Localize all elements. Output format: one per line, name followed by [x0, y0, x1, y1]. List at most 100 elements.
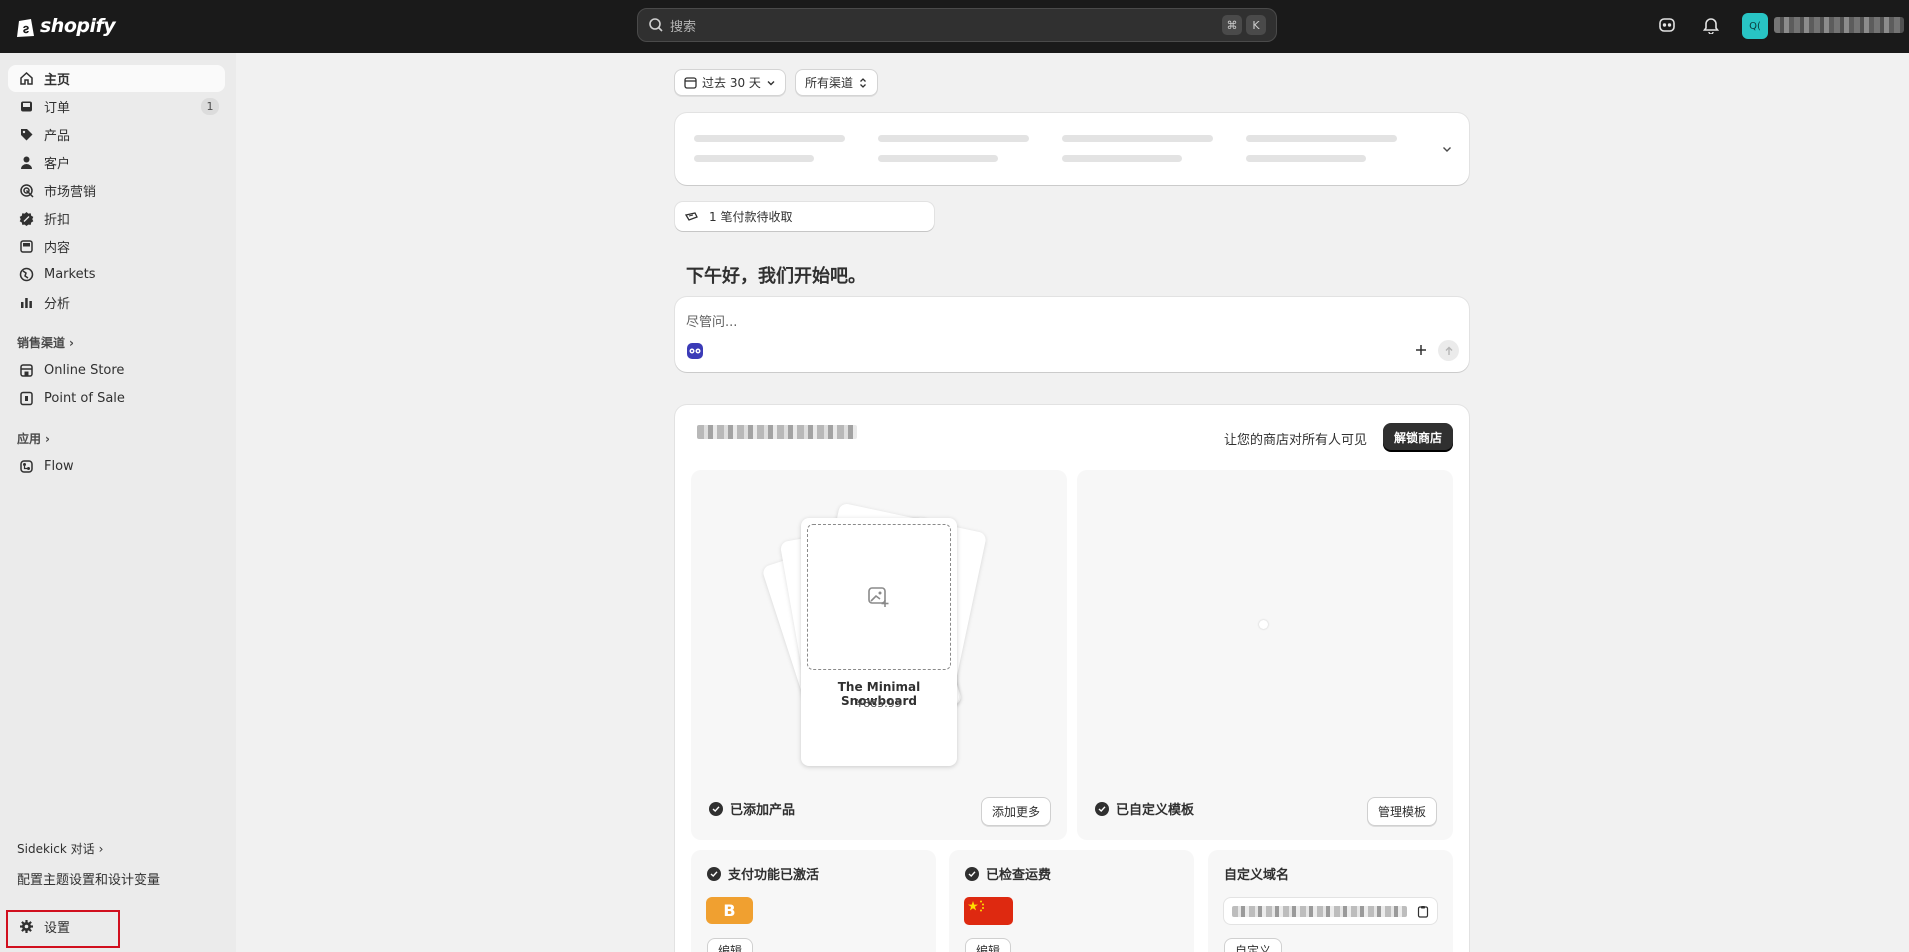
sidebar-item-markets[interactable]: Markets	[8, 261, 225, 288]
shipping-tile: 已检查运费 编辑	[949, 850, 1194, 952]
avatar[interactable]: Q(	[1742, 13, 1768, 39]
domain-redacted	[1232, 906, 1407, 917]
sidebar-item-products[interactable]: 产品	[8, 121, 225, 148]
product-price: ¥885.95	[856, 697, 902, 710]
template-tile: 已自定义模板 管理模板	[1077, 470, 1453, 840]
apps-label: 应用	[17, 432, 42, 446]
arrow-up-icon	[1445, 346, 1452, 355]
search-bar[interactable]: 搜索 ⌘ K	[637, 8, 1277, 42]
sidebar-item-point-of-sale[interactable]: Point of Sale	[8, 385, 225, 412]
check-circle-icon	[1095, 801, 1109, 816]
products-added-status: 已添加产品	[709, 799, 795, 818]
payments-activated-status: 支付功能已激活	[707, 864, 819, 883]
check-circle-icon	[965, 866, 979, 881]
notifications-button[interactable]	[1700, 14, 1722, 36]
template-status-label: 已自定义模板	[1116, 803, 1195, 818]
date-range-label: 过去 30 天	[702, 76, 761, 90]
sidekick-button[interactable]	[1656, 14, 1678, 36]
sidebar-item-label: 客户	[44, 157, 71, 172]
image-add-icon	[868, 587, 889, 607]
chevron-down-icon[interactable]	[1441, 143, 1453, 155]
sidebar-item-customers[interactable]: 客户	[8, 149, 225, 176]
home-icon	[18, 71, 34, 87]
clipboard-icon[interactable]	[1417, 905, 1429, 918]
sidebar-item-flow[interactable]: Flow	[8, 453, 225, 480]
logo-text: shopify	[40, 15, 116, 37]
shopify-logo[interactable]: shopify	[16, 13, 116, 39]
add-more-button[interactable]: 添加更多	[980, 797, 1051, 826]
sales-channels-heading[interactable]: 销售渠道 ›	[17, 334, 74, 351]
bar-chart-icon	[18, 295, 34, 311]
sidebar-item-analytics[interactable]: 分析	[8, 289, 225, 316]
skeleton-bar	[1246, 155, 1366, 162]
product-image-placeholder	[807, 524, 951, 670]
check-circle-icon	[709, 801, 723, 816]
domain-field[interactable]	[1223, 897, 1438, 925]
sidebar-item-label: 内容	[44, 241, 71, 256]
sidekick-heading[interactable]: Sidekick 对话 ›	[17, 840, 103, 857]
sidebar-item-home[interactable]: 主页	[8, 65, 225, 92]
sidebar-item-label: Flow	[44, 459, 74, 474]
globe-icon	[18, 267, 34, 283]
loading-dot	[1259, 620, 1268, 629]
search-icon	[649, 18, 663, 32]
product-preview-card[interactable]: The Minimal Snowboard ¥885.95	[801, 518, 957, 766]
skeleton-bar	[878, 155, 998, 162]
chevron-right-icon: ›	[98, 841, 104, 856]
plus-icon[interactable]	[1414, 343, 1428, 357]
sidebar: 主页 订单 1 产品 客户 市场营销 折扣 内容 Markets 分析 销售渠道…	[0, 53, 236, 952]
pos-icon	[18, 391, 34, 407]
skeleton-bar	[1246, 135, 1397, 142]
sales-channels-label: 销售渠道	[17, 336, 66, 350]
cash-icon	[685, 211, 698, 221]
sidebar-item-label: 折扣	[44, 213, 71, 228]
products-tile: The Minimal Snowboard ¥885.95 已添加产品 添加更多	[691, 470, 1067, 840]
payments-status-label: 支付功能已激活	[728, 868, 820, 883]
sidebar-item-orders[interactable]: 订单 1	[8, 93, 225, 120]
edit-shipping-button[interactable]: 编辑	[965, 938, 1012, 952]
greeting-heading: 下午好，我们开始吧。	[686, 266, 866, 287]
discount-icon	[18, 211, 34, 227]
manage-template-button[interactable]: 管理模板	[1366, 797, 1437, 826]
pending-payments-button[interactable]: 1 笔付款待收取	[675, 202, 934, 231]
sidebar-item-marketing[interactable]: 市场营销	[8, 177, 225, 204]
top-bar: shopify 搜索 ⌘ K Q(	[0, 0, 1909, 53]
template-customized-status: 已自定义模板	[1095, 799, 1194, 818]
sidebar-item-label: Online Store	[44, 363, 125, 378]
shortcut-key-cmd: ⌘	[1222, 15, 1242, 35]
check-circle-icon	[707, 866, 721, 881]
skeleton-bar	[694, 155, 814, 162]
china-flag-icon	[964, 897, 1013, 925]
make-store-visible-text: 让您的商店对所有人可见	[1223, 433, 1367, 448]
sidebar-item-label: 市场营销	[44, 185, 97, 200]
skeleton-bar	[878, 135, 1029, 142]
sidebar-item-label: 主页	[44, 73, 71, 88]
sidebar-item-label: 订单	[44, 101, 71, 116]
date-range-filter[interactable]: 过去 30 天	[674, 69, 786, 96]
ask-input-placeholder[interactable]: 尽管问...	[686, 311, 737, 330]
channel-filter[interactable]: 所有渠道	[795, 69, 879, 96]
shopify-bag-icon	[17, 18, 34, 37]
sidekick-icon	[1659, 18, 1675, 32]
sidekick-conversation-item[interactable]: 配置主题设置和设计变量	[17, 869, 160, 888]
select-chevrons-icon	[860, 77, 866, 88]
sidebar-item-discounts[interactable]: 折扣	[8, 205, 225, 232]
sidebar-item-label: 产品	[44, 129, 71, 144]
skeleton-bar	[1062, 155, 1182, 162]
apps-heading[interactable]: 应用 ›	[17, 430, 50, 447]
send-button[interactable]	[1438, 340, 1459, 361]
edit-payments-button[interactable]: 编辑	[707, 938, 754, 952]
sidebar-item-label: Point of Sale	[44, 391, 125, 406]
sidebar-item-content[interactable]: 内容	[8, 233, 225, 260]
channel-filter-label: 所有渠道	[805, 76, 854, 90]
customize-domain-button[interactable]: 自定义	[1224, 938, 1283, 952]
unlock-store-button[interactable]: 解锁商店	[1382, 423, 1453, 451]
store-setup-card: 让您的商店对所有人可见 解锁商店 The Minimal Snowboard ¥…	[675, 405, 1469, 952]
sidebar-item-online-store[interactable]: Online Store	[8, 357, 225, 384]
store-name-redacted	[697, 425, 857, 439]
settings-highlight-box	[6, 910, 120, 948]
account-name-redacted[interactable]	[1774, 17, 1904, 33]
inbox-icon	[18, 99, 34, 115]
skeleton-bar	[1062, 135, 1213, 142]
sidekick-ask-box[interactable]: 尽管问...	[675, 297, 1469, 372]
